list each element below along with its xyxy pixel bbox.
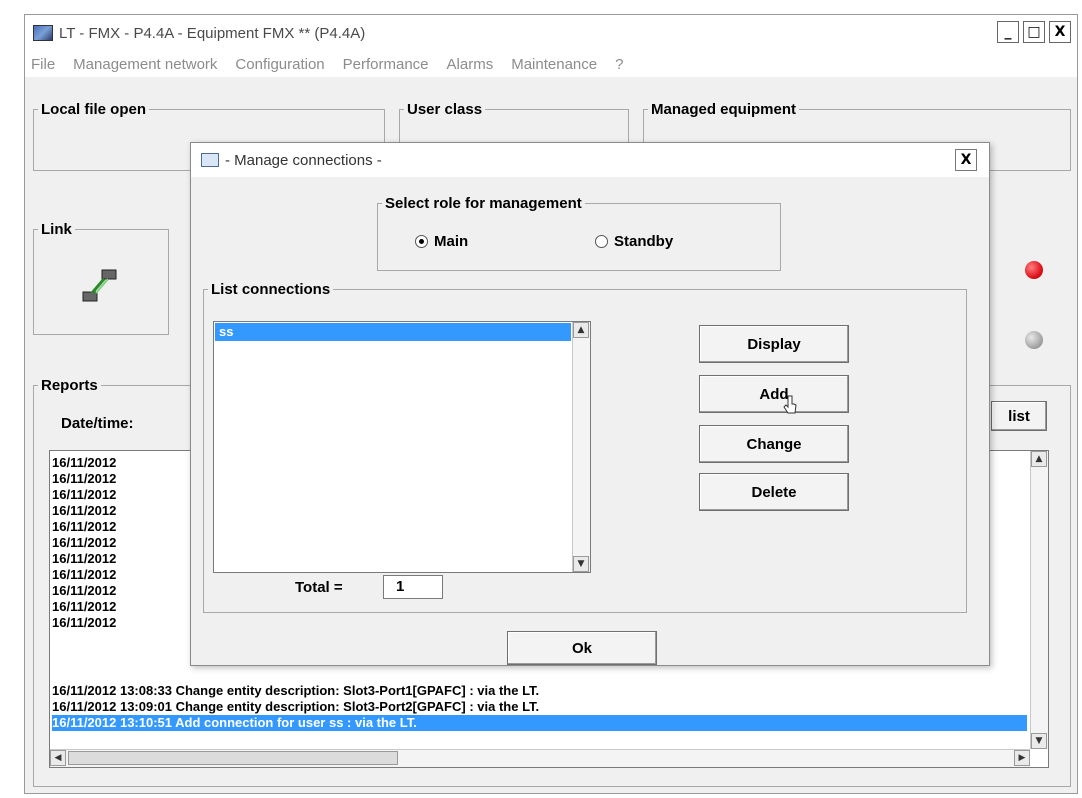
list-item[interactable]: 16/11/2012 <box>52 455 116 471</box>
dialog-title: - Manage connections - <box>225 151 382 169</box>
window-title: LT - FMX - P4.4A - Equipment FMX ** (P4.… <box>59 24 366 42</box>
list-item[interactable]: 16/11/2012 <box>52 535 116 551</box>
radio-main-indicator[interactable] <box>415 235 428 248</box>
radio-main[interactable]: Main <box>415 233 468 250</box>
list-item[interactable]: 16/11/2012 <box>52 503 116 519</box>
list-item[interactable]: 16/11/2012 <box>52 519 116 535</box>
menu-configuration[interactable]: Configuration <box>235 56 324 73</box>
reports-vertical-scrollbar[interactable]: ▲ ▼ <box>1030 451 1048 749</box>
connections-scrollbar[interactable]: ▲ ▼ <box>572 322 590 572</box>
list-item[interactable]: 16/11/2012 <box>52 487 116 503</box>
delete-button[interactable]: Delete <box>699 473 849 511</box>
mouse-pointer-icon <box>783 395 799 415</box>
list-item[interactable]: 16/11/2012 13:09:01 Change entity descri… <box>52 699 539 715</box>
list-item[interactable]: 16/11/2012 <box>52 567 116 583</box>
user-class-label: User class <box>407 101 483 118</box>
menu-management-network[interactable]: Management network <box>73 56 217 73</box>
display-button[interactable]: Display <box>699 325 849 363</box>
menu-performance[interactable]: Performance <box>343 56 429 73</box>
total-value: 1 <box>383 575 443 599</box>
scroll-down-icon[interactable]: ▼ <box>573 556 589 572</box>
list-item[interactable]: 16/11/2012 <box>52 615 116 631</box>
scroll-up-icon[interactable]: ▲ <box>573 322 589 338</box>
connections-group-label: List connections <box>211 281 331 298</box>
close-button[interactable]: X <box>1049 21 1071 43</box>
total-label: Total = <box>295 579 343 596</box>
reports-label: Reports <box>41 377 98 394</box>
radio-standby-label: Standby <box>614 233 674 250</box>
link-label: Link <box>41 221 72 238</box>
app-icon <box>33 25 53 41</box>
manage-connections-dialog: - Manage connections - X Select role for… <box>190 142 990 666</box>
connections-list[interactable]: ss ▲ ▼ <box>213 321 591 573</box>
scroll-right-icon[interactable]: ▶ <box>1014 750 1030 766</box>
list-button[interactable]: list <box>991 401 1047 431</box>
list-item[interactable]: 16/11/2012 <box>52 599 116 615</box>
reports-horizontal-scrollbar[interactable]: ◀ ▶ <box>50 749 1030 767</box>
role-group-label: Select role for management <box>385 195 582 212</box>
maximize-button[interactable]: □ <box>1023 21 1045 43</box>
ok-button[interactable]: Ok <box>507 631 657 665</box>
dialog-icon <box>201 153 219 167</box>
scroll-down-icon[interactable]: ▼ <box>1031 733 1047 749</box>
list-item[interactable]: 16/11/2012 13:08:33 Change entity descri… <box>52 683 539 699</box>
add-button[interactable]: Add <box>699 375 849 413</box>
link-group: Link <box>33 221 169 335</box>
list-item-selected[interactable]: 16/11/2012 13:10:51 Add connection for u… <box>52 715 1027 731</box>
menu-maintenance[interactable]: Maintenance <box>511 56 597 73</box>
radio-main-label: Main <box>434 233 469 250</box>
window-titlebar[interactable]: LT - FMX - P4.4A - Equipment FMX ** (P4.… <box>25 15 1077 51</box>
status-led-inactive <box>1025 331 1043 349</box>
menu-file[interactable]: File <box>31 56 55 73</box>
local-file-open-label: Local file open <box>41 101 147 118</box>
minimize-button[interactable]: _ <box>997 21 1019 43</box>
menu-alarms[interactable]: Alarms <box>447 56 494 73</box>
list-item[interactable]: 16/11/2012 <box>52 551 116 567</box>
list-item-selected[interactable]: ss <box>215 323 571 341</box>
radio-standby-indicator[interactable] <box>595 235 608 248</box>
managed-equipment-label: Managed equipment <box>651 101 797 118</box>
dialog-titlebar[interactable]: - Manage connections - X <box>191 143 989 177</box>
scroll-left-icon[interactable]: ◀ <box>50 750 66 766</box>
radio-standby[interactable]: Standby <box>595 233 673 250</box>
network-link-icon[interactable] <box>80 266 120 306</box>
dialog-close-button[interactable]: X <box>955 149 977 171</box>
menubar: File Management network Configuration Pe… <box>25 51 1077 77</box>
horizontal-scroll-thumb[interactable] <box>68 751 398 765</box>
change-button[interactable]: Change <box>699 425 849 463</box>
date-time-label: Date/time: <box>61 415 134 432</box>
list-item[interactable]: 16/11/2012 <box>52 471 116 487</box>
status-led-active <box>1025 261 1043 279</box>
window-controls: _ □ X <box>997 21 1071 43</box>
scroll-up-icon[interactable]: ▲ <box>1031 451 1047 467</box>
menu-help[interactable]: ? <box>615 56 623 73</box>
list-item[interactable]: 16/11/2012 <box>52 583 116 599</box>
